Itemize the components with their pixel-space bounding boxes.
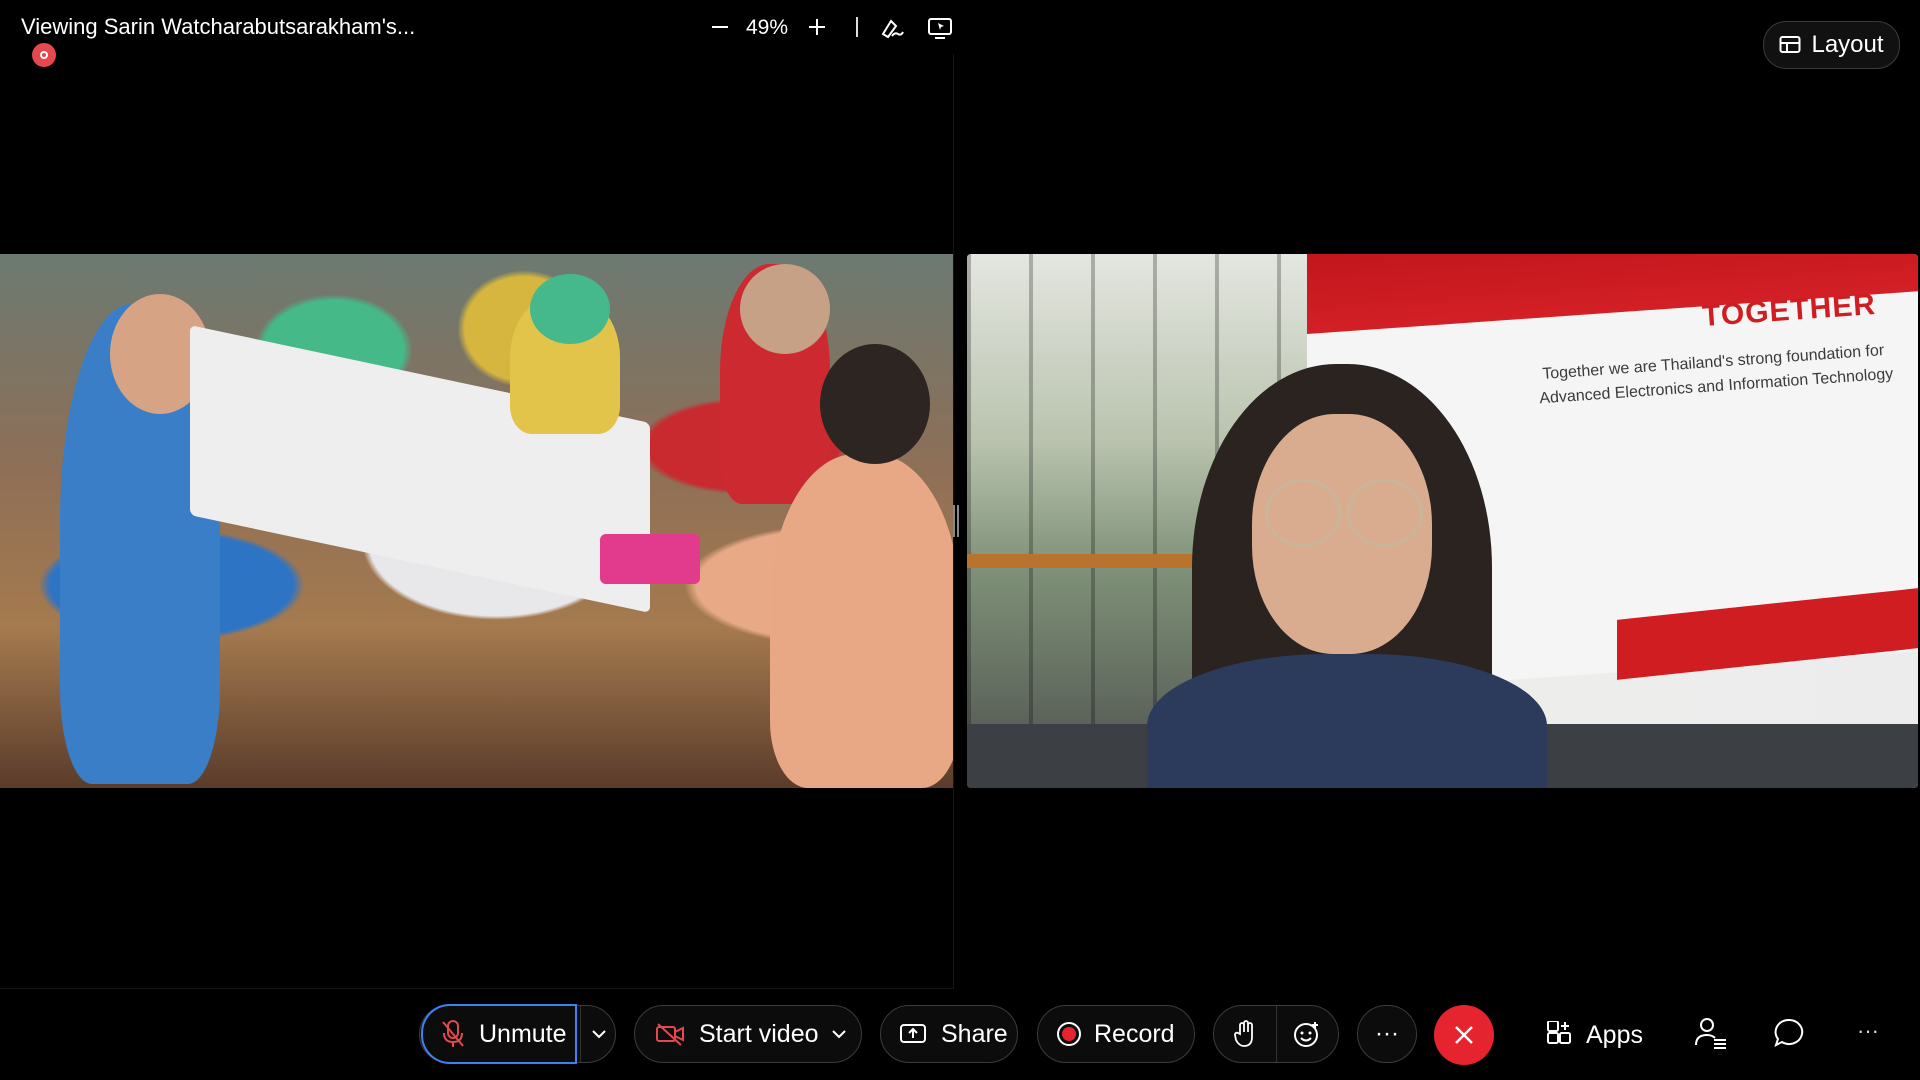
shared-screen-title: Viewing Sarin Watcharabutsarakham's... bbox=[21, 14, 416, 39]
record-button[interactable]: Record bbox=[1037, 1005, 1195, 1063]
apps-button[interactable]: Apps bbox=[1546, 1011, 1643, 1059]
nurse-cap bbox=[530, 274, 610, 344]
layout-label: Layout bbox=[1811, 31, 1884, 58]
participants-icon[interactable] bbox=[1694, 1015, 1728, 1051]
share-button[interactable]: Share bbox=[880, 1005, 1018, 1063]
record-icon bbox=[1056, 1021, 1082, 1047]
participant-body bbox=[1147, 654, 1547, 788]
apps-label: Apps bbox=[1586, 1020, 1643, 1049]
zoom-out-button[interactable] bbox=[708, 12, 732, 42]
end-call-button[interactable] bbox=[1434, 1005, 1494, 1065]
layout-button[interactable]: Layout bbox=[1763, 21, 1900, 69]
unmute-button[interactable]: Unmute bbox=[421, 1004, 577, 1064]
start-video-label: Start video bbox=[699, 1019, 819, 1048]
video-options-chevron-down-icon[interactable] bbox=[825, 1006, 853, 1062]
start-video-button[interactable]: Start video bbox=[634, 1005, 862, 1063]
man-red-shirt-head bbox=[740, 264, 830, 354]
zoom-in-button[interactable] bbox=[805, 12, 829, 42]
share-label: Share bbox=[941, 1019, 1008, 1048]
toolbar-divider bbox=[856, 17, 858, 37]
raise-hand-icon[interactable] bbox=[1214, 1006, 1277, 1062]
chat-icon[interactable] bbox=[1772, 1015, 1806, 1051]
unmute-group: Unmute bbox=[419, 1004, 617, 1064]
remote-control-icon[interactable] bbox=[924, 12, 956, 44]
shared-video-frame bbox=[0, 254, 953, 788]
pink-box bbox=[600, 534, 700, 584]
woman-orange-head bbox=[820, 344, 930, 464]
participant-video: TOGETHER Together we are Thailand's stro… bbox=[967, 254, 1918, 788]
reactions-icon[interactable] bbox=[1276, 1006, 1338, 1062]
panel-resize-handle[interactable] bbox=[953, 505, 959, 537]
recording-indicator-icon bbox=[32, 43, 56, 67]
audio-options-chevron-down-icon[interactable] bbox=[580, 1006, 617, 1062]
reactions-group bbox=[1213, 1005, 1339, 1063]
more-options-button[interactable]: ··· bbox=[1357, 1005, 1417, 1063]
record-label: Record bbox=[1094, 1019, 1175, 1048]
participant-glasses-right bbox=[1347, 479, 1423, 547]
overflow-menu-button[interactable]: ··· bbox=[1857, 1018, 1881, 1048]
zoom-level: 49% bbox=[746, 16, 789, 39]
unmute-label: Unmute bbox=[479, 1019, 567, 1048]
video-off-icon bbox=[655, 1022, 685, 1046]
participant-glasses-left bbox=[1265, 479, 1341, 547]
apps-icon bbox=[1546, 1021, 1574, 1049]
share-screen-icon bbox=[899, 1022, 927, 1046]
end-call-icon bbox=[1453, 1024, 1475, 1046]
woman-orange-figure bbox=[770, 454, 953, 788]
mic-muted-icon bbox=[441, 1019, 465, 1049]
layout-icon bbox=[1779, 35, 1801, 55]
annotate-icon[interactable] bbox=[876, 12, 908, 44]
